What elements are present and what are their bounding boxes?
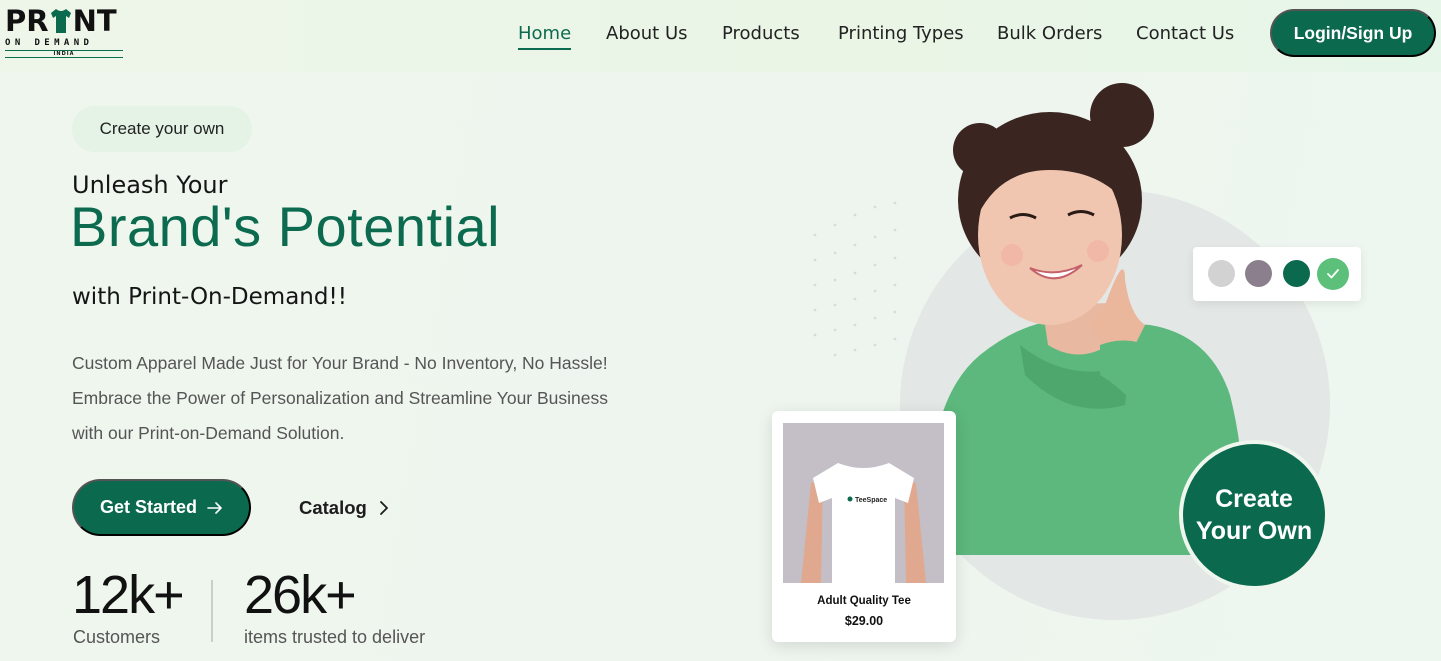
- site-header: PR NT ON DEMAND INDIA Home About Us Prod…: [0, 0, 1441, 72]
- nav-home[interactable]: Home: [518, 20, 572, 50]
- swatch-green-selected[interactable]: [1317, 258, 1349, 290]
- logo-text-start: PR: [5, 4, 49, 38]
- shirt-print-text: TeeSpace: [855, 497, 887, 504]
- stat-items-value: 26k+: [244, 565, 357, 625]
- get-started-button[interactable]: Get Started: [72, 479, 251, 536]
- badge-line-1: Create: [1215, 485, 1293, 513]
- chevron-right-icon: [379, 501, 388, 515]
- hero-description: Custom Apparel Made Just for Your Brand …: [72, 346, 652, 451]
- nav-products[interactable]: Products: [722, 20, 800, 48]
- product-price: $29.00: [844, 614, 884, 628]
- nav-bulk-orders[interactable]: Bulk Orders: [997, 20, 1102, 48]
- create-your-own-pill: Create your own: [72, 106, 252, 152]
- color-swatch-picker: [1193, 247, 1361, 301]
- description-line: with our Print-on-Demand Solution.: [72, 423, 345, 443]
- tshirt-logo-icon: [50, 9, 71, 33]
- site-logo[interactable]: PR NT ON DEMAND INDIA: [5, 6, 130, 60]
- get-started-label: Get Started: [99, 497, 198, 517]
- stat-customers-value: 12k+: [72, 565, 185, 625]
- nav-contact-us[interactable]: Contact Us: [1136, 20, 1234, 48]
- hero-subheading: with Print-On-Demand!!: [72, 284, 347, 310]
- stat-items-label: items trusted to deliver: [244, 627, 426, 647]
- login-signup-button[interactable]: Login/Sign Up: [1270, 9, 1436, 57]
- description-line: Custom Apparel Made Just for Your Brand …: [72, 353, 608, 373]
- stat-divider: [211, 580, 213, 642]
- hero-heading: Brand's Potential: [70, 195, 501, 258]
- swatch-mauve[interactable]: [1245, 260, 1272, 287]
- logo-text-end: NT: [72, 4, 117, 38]
- description-line: Embrace the Power of Personalization and…: [72, 388, 608, 408]
- logo-subtitle: ON DEMAND: [5, 38, 94, 48]
- nav-about-us[interactable]: About Us: [606, 20, 688, 48]
- dot-pattern-decoration: [813, 201, 897, 357]
- create-your-own-badge[interactable]: Create Your Own: [1179, 440, 1329, 590]
- arrow-right-icon: [207, 501, 222, 514]
- badge-line-2: Your Own: [1195, 517, 1313, 545]
- product-card[interactable]: TeeSpace Adult Quality Tee $29.00: [772, 411, 956, 642]
- swatch-light-gray[interactable]: [1208, 260, 1235, 287]
- product-image: TeeSpace: [783, 423, 944, 583]
- swatch-dark-green[interactable]: [1283, 260, 1310, 287]
- catalog-link[interactable]: Catalog: [299, 494, 389, 522]
- check-icon: [1327, 269, 1339, 279]
- product-name: Adult Quality Tee: [817, 595, 911, 607]
- logo-country: INDIA: [5, 50, 123, 58]
- stat-customers-label: Customers: [73, 627, 161, 647]
- catalog-label: Catalog: [299, 497, 367, 518]
- nav-printing-types[interactable]: Printing Types: [838, 20, 964, 48]
- logo-wordmark: PR NT: [5, 6, 130, 36]
